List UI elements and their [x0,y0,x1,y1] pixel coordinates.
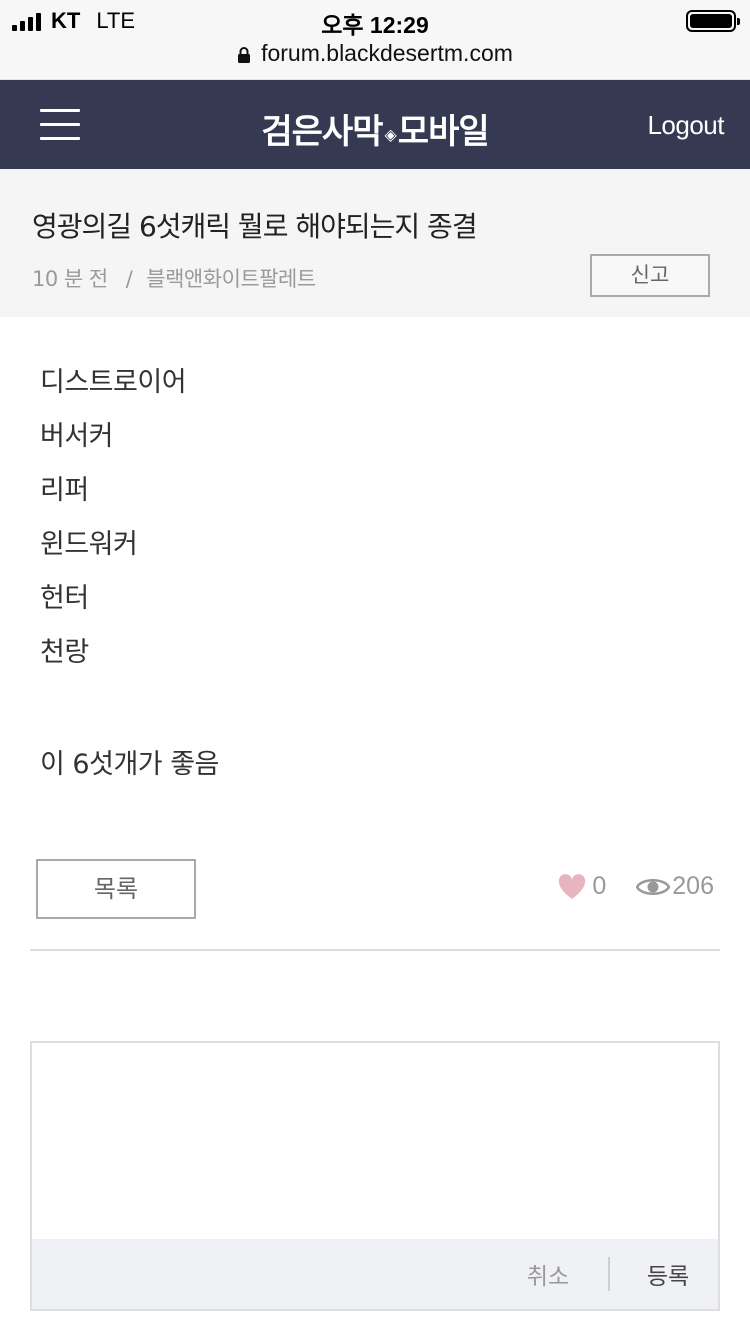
meta-separator: / [125,267,133,291]
comment-actions: 취소 등록 [32,1239,718,1309]
comment-form: 취소 등록 [30,1041,720,1311]
brand-name: 검은사막 [261,112,383,152]
post-body-line: 디스트로이어 [40,367,187,398]
like-count: 0 [592,872,607,900]
button-separator [608,1257,610,1291]
submit-button[interactable]: 등록 [630,1257,706,1291]
eye-icon [636,878,671,895]
post-stats: 0 206 [558,872,714,901]
post-body-line: 리퍼 [40,475,89,506]
ios-status-bar: KT LTE 오후 12:29 forum.blackdesertm.com [0,0,750,80]
logout-button[interactable]: Logout [647,110,724,141]
url-text: forum.blackdesertm.com [261,40,513,66]
post-body-line: 천랑 [40,637,89,668]
post-body-line: 윈드워커 [40,529,138,560]
site-logo[interactable]: 검은사막 ◈모바일 [0,104,750,153]
view-count: 206 [672,872,714,900]
battery-icon [686,10,740,32]
post-time: 10 분 전 [32,267,108,291]
post-title: 영광의길 6섯캐릭 뭘로 해야되는지 종결 [32,210,478,243]
comment-input[interactable] [32,1043,718,1239]
post-body-closing: 이 6섯개가 좋음 [40,749,219,780]
brand-suffix: 모바일 [397,112,490,152]
diamond-icon: ◈ [384,124,396,144]
post-author[interactable]: 블랙앤화이트팔레트 [146,267,316,291]
divider [30,949,720,951]
post-content: 디스트로이어 버서커 리퍼 윈드워커 헌터 천랑 이 6섯개가 좋음 [40,364,219,780]
post-header: 영광의길 6섯캐릭 뭘로 해야되는지 종결 10 분 전 / 블랙앤화이트팔레트 신… [0,169,750,317]
site-header: 검은사막 ◈모바일 Logout [0,80,750,169]
lock-icon [238,46,251,63]
address-bar[interactable]: forum.blackdesertm.com [0,40,750,67]
post-meta: 10 분 전 / 블랙앤화이트팔레트 [32,263,316,293]
cancel-button[interactable]: 취소 [510,1257,586,1291]
post-body-line: 버서커 [40,421,114,452]
heart-icon[interactable] [558,873,586,900]
status-time: 오후 12:29 [321,12,429,38]
report-button[interactable]: 신고 [590,254,710,297]
list-button[interactable]: 목록 [36,859,196,919]
post-body-line: 헌터 [40,583,89,614]
